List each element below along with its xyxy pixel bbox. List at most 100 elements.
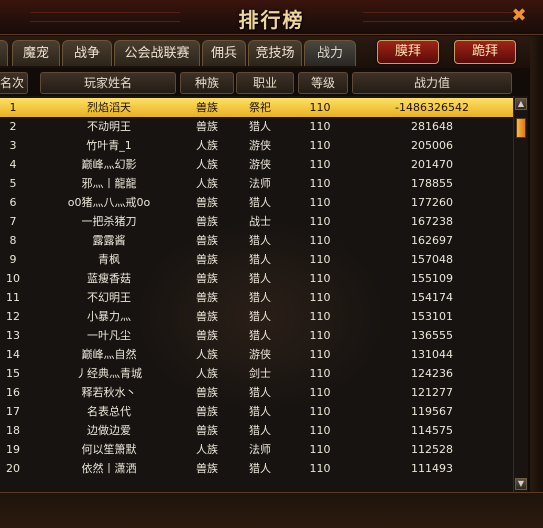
rank-cell: 16: [6, 386, 20, 399]
rank-cell: 4: [9, 158, 17, 171]
tab-bar: 魔宠 战争 公会战联赛 佣兵 竞技场 战力 膜拜 跪拜: [0, 36, 543, 68]
table-row[interactable]: 10 蓝瘦香菇 兽族 猎人 110 155109: [0, 269, 513, 288]
job-cell: 猎人: [249, 234, 271, 247]
table-row[interactable]: 4 巅峰灬幻影 人族 游侠 110 201470: [0, 155, 513, 174]
table-row[interactable]: 2 不动明王 兽族 猎人 110 281648: [0, 117, 513, 136]
player-name-cell: o0猪灬八灬戒0o: [67, 196, 151, 209]
level-cell: 110: [309, 158, 331, 171]
race-cell: 兽族: [196, 291, 218, 304]
table-row[interactable]: 15 丿经典灬青城 人族 剑士 110 124236: [0, 364, 513, 383]
vertical-scrollbar[interactable]: ▲ ▼: [513, 96, 528, 492]
job-cell: 猎人: [249, 310, 271, 323]
scroll-up-icon[interactable]: ▲: [515, 98, 527, 110]
table-row[interactable]: 3 竹叶青_1 人族 游侠 110 205006: [0, 136, 513, 155]
rank-cell: 7: [9, 215, 17, 228]
rank-cell: 3: [9, 139, 17, 152]
power-cell: 162697: [411, 234, 453, 247]
header-job[interactable]: 职业: [236, 72, 294, 94]
power-cell: 111493: [411, 462, 453, 475]
rank-cell: 18: [6, 424, 20, 437]
player-name-cell: 烈焰滔天: [87, 101, 131, 114]
player-name-cell: 竹叶青_1: [86, 139, 132, 152]
window-title: 排行榜: [238, 8, 305, 32]
power-cell: 136555: [411, 329, 453, 342]
level-cell: 110: [309, 196, 331, 209]
worship-button[interactable]: 膜拜: [377, 40, 439, 64]
power-cell: 124236: [411, 367, 453, 380]
player-name-cell: 蓝瘦香菇: [87, 272, 131, 285]
close-icon[interactable]: ✖: [509, 6, 529, 26]
table-row[interactable]: 19 何以笙箫默 人族 法师 110 112528: [0, 440, 513, 459]
table-row[interactable]: 8 露露酱 兽族 猎人 110 162697: [0, 231, 513, 250]
level-cell: 110: [309, 443, 331, 456]
rank-cell: 11: [6, 291, 20, 304]
job-cell: 游侠: [249, 139, 271, 152]
rank-cell: 8: [9, 234, 17, 247]
player-name-cell: 巅峰灬幻影: [81, 158, 137, 171]
rank-cell: 19: [6, 443, 20, 456]
job-cell: 剑士: [249, 367, 271, 380]
tab-mercenary[interactable]: 佣兵: [202, 40, 246, 66]
scroll-thumb[interactable]: [516, 118, 526, 138]
table-row[interactable]: 12 小暴力灬 兽族 猎人 110 153101: [0, 307, 513, 326]
player-name-cell: 依然丨潇洒: [81, 462, 137, 475]
tab-power[interactable]: 战力: [304, 40, 356, 66]
table-row[interactable]: 5 邪灬丨龍龍 人族 法师 110 178855: [0, 174, 513, 193]
header-rank[interactable]: 名次: [0, 72, 28, 94]
table-row[interactable]: 9 青枫 兽族 猎人 110 157048: [0, 250, 513, 269]
power-cell: 155109: [411, 272, 453, 285]
race-cell: 人族: [196, 367, 218, 380]
job-cell: 猎人: [249, 120, 271, 133]
table-row[interactable]: 6 o0猪灬八灬戒0o 兽族 猎人 110 177260: [0, 193, 513, 212]
tab-arena[interactable]: 竞技场: [248, 40, 302, 66]
race-cell: 兽族: [196, 462, 218, 475]
rank-cell: 14: [6, 348, 20, 361]
power-cell: 131044: [411, 348, 453, 361]
header-level[interactable]: 等级: [298, 72, 348, 94]
player-name-cell: 何以笙箫默: [81, 443, 137, 456]
tab-war[interactable]: 战争: [62, 40, 112, 66]
level-cell: 110: [309, 386, 331, 399]
table-row[interactable]: 20 依然丨潇洒 兽族 猎人 110 111493: [0, 459, 513, 478]
player-name-cell: 边做边爱: [87, 424, 131, 437]
table-row[interactable]: 14 巅峰灬自然 人族 游侠 110 131044: [0, 345, 513, 364]
level-cell: 110: [309, 348, 331, 361]
race-cell: 人族: [196, 177, 218, 190]
player-name-cell: 丿经典灬青城: [76, 367, 142, 380]
power-cell: 201470: [411, 158, 453, 171]
header-player-name[interactable]: 玩家姓名: [40, 72, 176, 94]
race-cell: 兽族: [196, 253, 218, 266]
level-cell: 110: [309, 215, 331, 228]
table-row[interactable]: 7 一把杀猪刀 兽族 战士 110 167238: [0, 212, 513, 231]
header-power[interactable]: 战力值: [352, 72, 512, 94]
race-cell: 兽族: [196, 424, 218, 437]
header-race[interactable]: 种族: [180, 72, 234, 94]
player-name-cell: 巅峰灬自然: [81, 348, 137, 361]
power-cell: 121277: [411, 386, 453, 399]
ranking-table: 1 烈焰滔天 兽族 祭祀 110 -1486326542 2 不动明王 兽族 猎人 110 28164…: [0, 96, 513, 492]
level-cell: 110: [309, 253, 331, 266]
table-row[interactable]: 1 烈焰滔天 兽族 祭祀 110 -1486326542: [0, 98, 513, 117]
scroll-down-icon[interactable]: ▼: [515, 478, 527, 490]
table-row[interactable]: 18 边做边爱 兽族 猎人 110 114575: [0, 421, 513, 440]
level-cell: 110: [309, 234, 331, 247]
rank-cell: 6: [9, 196, 17, 209]
job-cell: 猎人: [249, 253, 271, 266]
job-cell: 猎人: [249, 329, 271, 342]
table-row[interactable]: 17 名表总代 兽族 猎人 110 119567: [0, 402, 513, 421]
race-cell: 兽族: [196, 215, 218, 228]
level-cell: 110: [309, 177, 331, 190]
player-name-cell: 小暴力灬: [87, 310, 131, 323]
power-cell: 167238: [411, 215, 453, 228]
level-cell: 110: [309, 329, 331, 342]
table-row[interactable]: 13 一叶凡尘 兽族 猎人 110 136555: [0, 326, 513, 345]
player-name-cell: 邪灬丨龍龍: [81, 177, 137, 190]
level-cell: 110: [309, 272, 331, 285]
table-row[interactable]: 11 不幻明王 兽族 猎人 110 154174: [0, 288, 513, 307]
player-name-cell: 不幻明王: [87, 291, 131, 304]
table-row[interactable]: 16 释若秋水丶 兽族 猎人 110 121277: [0, 383, 513, 402]
tab-overflow[interactable]: [0, 40, 8, 66]
kneel-button[interactable]: 跪拜: [454, 40, 516, 64]
tab-pets[interactable]: 魔宠: [12, 40, 60, 66]
tab-guild-league[interactable]: 公会战联赛: [114, 40, 200, 66]
